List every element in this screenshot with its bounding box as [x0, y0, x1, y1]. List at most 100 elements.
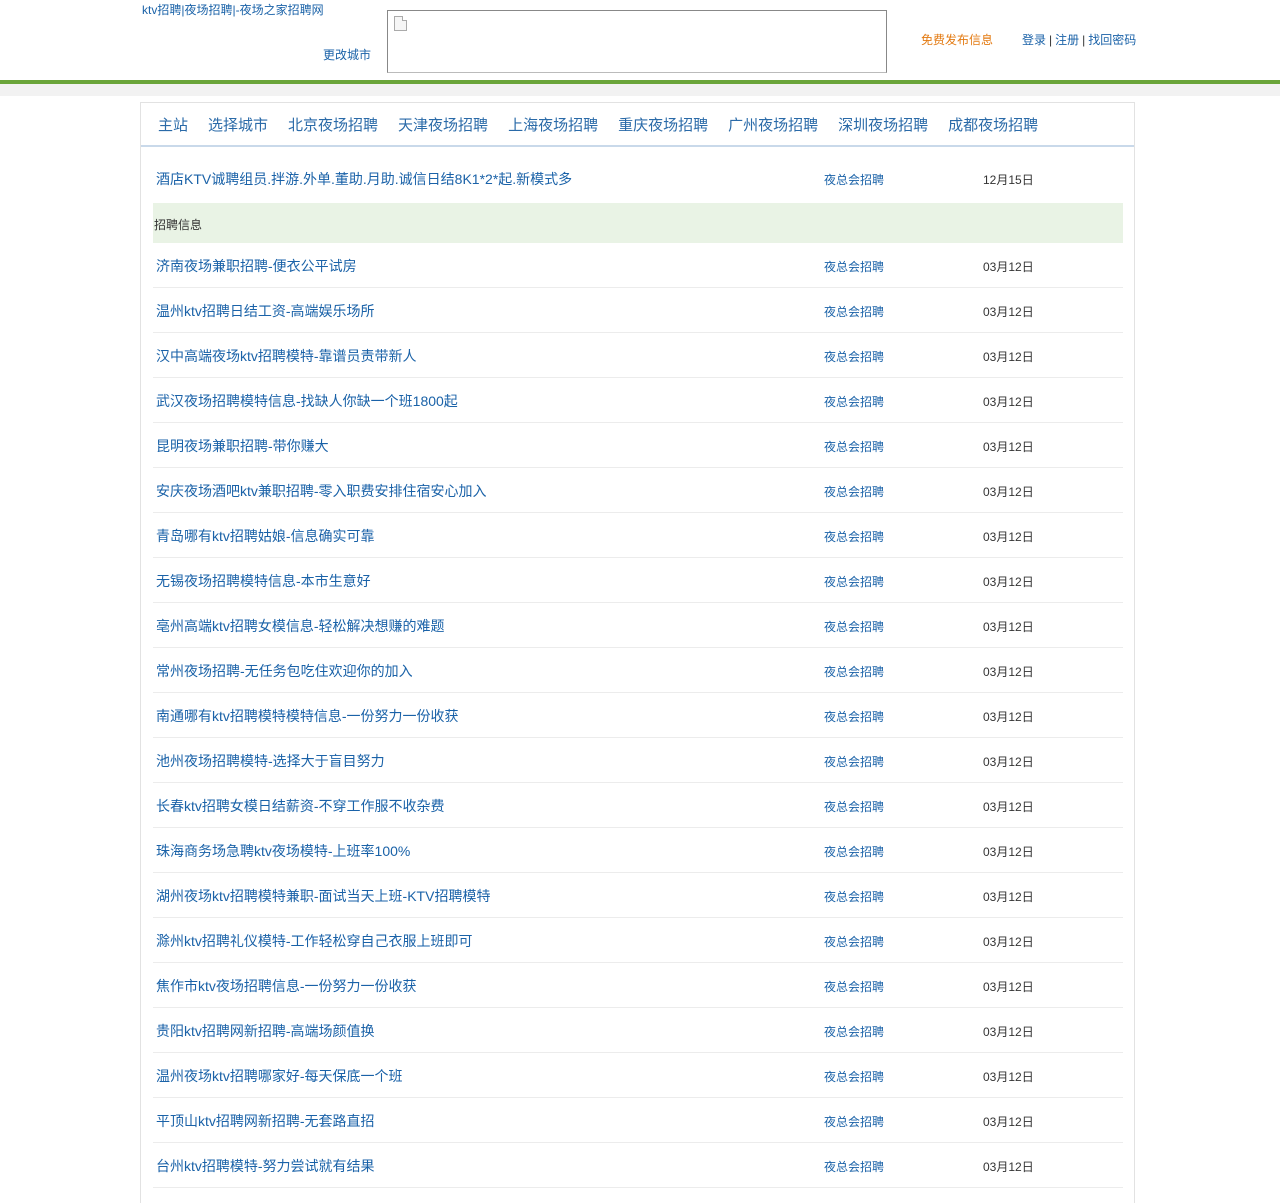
list-item: 汉中高端夜场ktv招聘模特-靠谱员责带新人 夜总会招聘 03月12日 [153, 333, 1123, 378]
post-category-link[interactable]: 夜总会招聘 [824, 348, 884, 365]
banner-image[interactable] [387, 10, 887, 73]
post-list: 酒店KTV诚聘组员.拌游.外单.董助.月助.诚信日结8K1*2*起.新模式多 夜… [153, 147, 1123, 1188]
post-category-link[interactable]: 夜总会招聘 [824, 528, 884, 545]
post-category-link[interactable]: 夜总会招聘 [824, 1158, 884, 1175]
broken-image-icon [394, 16, 407, 31]
post-title-link[interactable]: 济南夜场兼职招聘-便衣公平试房 [156, 256, 357, 276]
post-title-link[interactable]: 安庆夜场酒吧ktv兼职招聘-零入职费安排住宿安心加入 [156, 481, 487, 501]
list-item: 珠海商务场急聘ktv夜场模特-上班率100% 夜总会招聘 03月12日 [153, 828, 1123, 873]
post-title-link[interactable]: 南通哪有ktv招聘模特模特信息-一份努力一份收获 [156, 706, 459, 726]
post-category-link[interactable]: 夜总会招聘 [824, 483, 884, 500]
post-title-link[interactable]: 无锡夜场招聘模特信息-本市生意好 [156, 571, 371, 591]
post-category-link[interactable]: 夜总会招聘 [824, 258, 884, 275]
list-item: 无锡夜场招聘模特信息-本市生意好 夜总会招聘 03月12日 [153, 558, 1123, 603]
post-date: 03月12日 [983, 1160, 1034, 1174]
post-date: 03月12日 [983, 755, 1034, 769]
post-date: 03月12日 [983, 665, 1034, 679]
site-title-link[interactable]: ktv招聘|夜场招聘|-夜场之家招聘网 [142, 1, 324, 18]
post-category-link[interactable]: 夜总会招聘 [824, 933, 884, 950]
post-category-link[interactable]: 夜总会招聘 [824, 888, 884, 905]
post-category-link[interactable]: 夜总会招聘 [824, 393, 884, 410]
post-date: 03月12日 [983, 305, 1034, 319]
post-title-link[interactable]: 青岛哪有ktv招聘姑娘-信息确实可靠 [156, 526, 375, 546]
post-category-link[interactable]: 夜总会招聘 [824, 1113, 884, 1130]
post-title-link[interactable]: 温州夜场ktv招聘哪家好-每天保底一个班 [156, 1066, 403, 1086]
header-divider [0, 84, 1280, 96]
post-title-link[interactable]: 焦作市ktv夜场招聘信息-一份努力一份收获 [156, 976, 417, 996]
post-date: 03月12日 [983, 440, 1034, 454]
post-category-link[interactable]: 夜总会招聘 [824, 618, 884, 635]
change-city-link[interactable]: 更改城市 [323, 46, 371, 63]
list-item: 南通哪有ktv招聘模特模特信息-一份努力一份收获 夜总会招聘 03月12日 [153, 693, 1123, 738]
post-title-link[interactable]: 池州夜场招聘模特-选择大于盲目努力 [156, 751, 385, 771]
section-header: 招聘信息 [153, 203, 1123, 243]
post-title-link[interactable]: 滁州ktv招聘礼仪模特-工作轻松穿自己衣服上班即可 [156, 931, 473, 951]
post-date: 03月12日 [983, 1025, 1034, 1039]
post-category-link[interactable]: 夜总会招聘 [824, 843, 884, 860]
nav-item-shanghai[interactable]: 上海夜场招聘 [508, 114, 598, 135]
post-category-link[interactable]: 夜总会招聘 [824, 1023, 884, 1040]
list-item: 济南夜场兼职招聘-便衣公平试房 夜总会招聘 03月12日 [153, 243, 1123, 288]
nav-item-main-site[interactable]: 主站 [158, 114, 188, 135]
pinned-post-row: 酒店KTV诚聘组员.拌游.外单.董助.月助.诚信日结8K1*2*起.新模式多 夜… [153, 147, 1123, 201]
section-title: 招聘信息 [154, 218, 203, 232]
post-category-link[interactable]: 夜总会招聘 [824, 438, 884, 455]
post-date: 03月12日 [983, 1115, 1034, 1129]
list-item: 滁州ktv招聘礼仪模特-工作轻松穿自己衣服上班即可 夜总会招聘 03月12日 [153, 918, 1123, 963]
login-link[interactable]: 登录 [1022, 33, 1046, 47]
post-date: 12月15日 [983, 173, 1034, 187]
list-item: 平顶山ktv招聘网新招聘-无套路直招 夜总会招聘 03月12日 [153, 1098, 1123, 1143]
nav-item-beijing[interactable]: 北京夜场招聘 [288, 114, 378, 135]
post-date: 03月12日 [983, 800, 1034, 814]
list-item: 温州夜场ktv招聘哪家好-每天保底一个班 夜总会招聘 03月12日 [153, 1053, 1123, 1098]
list-item: 温州ktv招聘日结工资-高端娱乐场所 夜总会招聘 03月12日 [153, 288, 1123, 333]
post-date: 03月12日 [983, 1070, 1034, 1084]
post-title-link[interactable]: 贵阳ktv招聘网新招聘-高端场颜值换 [156, 1021, 375, 1041]
nav-item-select-city[interactable]: 选择城市 [208, 114, 268, 135]
post-title-link[interactable]: 台州ktv招聘模特-努力尝试就有结果 [156, 1156, 375, 1176]
forgot-password-link[interactable]: 找回密码 [1088, 33, 1136, 47]
nav-item-guangzhou[interactable]: 广州夜场招聘 [728, 114, 818, 135]
list-item: 湖州夜场ktv招聘模特兼职-面试当天上班-KTV招聘模特 夜总会招聘 03月12日 [153, 873, 1123, 918]
post-category-link[interactable]: 夜总会招聘 [824, 171, 884, 188]
register-link[interactable]: 注册 [1055, 33, 1079, 47]
post-date: 03月12日 [983, 845, 1034, 859]
post-title-link[interactable]: 武汉夜场招聘模特信息-找缺人你缺一个班1800起 [156, 391, 458, 411]
post-title-link[interactable]: 温州ktv招聘日结工资-高端娱乐场所 [156, 301, 375, 321]
post-category-link[interactable]: 夜总会招聘 [824, 708, 884, 725]
post-title-link[interactable]: 汉中高端夜场ktv招聘模特-靠谱员责带新人 [156, 346, 417, 366]
nav-item-chongqing[interactable]: 重庆夜场招聘 [618, 114, 708, 135]
site-header: ktv招聘|夜场招聘|-夜场之家招聘网 更改城市 免费发布信息 登录 | 注册 | 找回… [0, 0, 1280, 84]
post-title-link[interactable]: 平顶山ktv招聘网新招聘-无套路直招 [156, 1111, 375, 1131]
post-title-link[interactable]: 亳州高端ktv招聘女模信息-轻松解决想赚的难题 [156, 616, 445, 636]
post-category-link[interactable]: 夜总会招聘 [824, 663, 884, 680]
post-title-link[interactable]: 常州夜场招聘-无任务包吃住欢迎你的加入 [156, 661, 413, 681]
post-title-link[interactable]: 昆明夜场兼职招聘-带你赚大 [156, 436, 329, 456]
publish-info-link[interactable]: 免费发布信息 [921, 31, 993, 48]
post-title-link[interactable]: 湖州夜场ktv招聘模特兼职-面试当天上班-KTV招聘模特 [156, 886, 490, 906]
list-item: 长春ktv招聘女模日结薪资-不穿工作服不收杂费 夜总会招聘 03月12日 [153, 783, 1123, 828]
list-item: 武汉夜场招聘模特信息-找缺人你缺一个班1800起 夜总会招聘 03月12日 [153, 378, 1123, 423]
list-item: 常州夜场招聘-无任务包吃住欢迎你的加入 夜总会招聘 03月12日 [153, 648, 1123, 693]
list-item: 昆明夜场兼职招聘-带你赚大 夜总会招聘 03月12日 [153, 423, 1123, 468]
post-date: 03月12日 [983, 260, 1034, 274]
post-category-link[interactable]: 夜总会招聘 [824, 798, 884, 815]
post-date: 03月12日 [983, 485, 1034, 499]
nav-item-chengdu[interactable]: 成都夜场招聘 [948, 114, 1038, 135]
post-category-link[interactable]: 夜总会招聘 [824, 978, 884, 995]
post-date: 03月12日 [983, 350, 1034, 364]
post-category-link[interactable]: 夜总会招聘 [824, 1068, 884, 1085]
list-item: 池州夜场招聘模特-选择大于盲目努力 夜总会招聘 03月12日 [153, 738, 1123, 783]
post-category-link[interactable]: 夜总会招聘 [824, 753, 884, 770]
post-title-link[interactable]: 长春ktv招聘女模日结薪资-不穿工作服不收杂费 [156, 796, 445, 816]
list-item: 台州ktv招聘模特-努力尝试就有结果 夜总会招聘 03月12日 [153, 1143, 1123, 1188]
nav-item-shenzhen[interactable]: 深圳夜场招聘 [838, 114, 928, 135]
post-category-link[interactable]: 夜总会招聘 [824, 573, 884, 590]
city-nav: 主站 选择城市 北京夜场招聘 天津夜场招聘 上海夜场招聘 重庆夜场招聘 广州夜场… [141, 103, 1134, 147]
post-category-link[interactable]: 夜总会招聘 [824, 303, 884, 320]
post-title-link[interactable]: 酒店KTV诚聘组员.拌游.外单.董助.月助.诚信日结8K1*2*起.新模式多 [156, 169, 572, 189]
post-title-link[interactable]: 珠海商务场急聘ktv夜场模特-上班率100% [156, 841, 410, 861]
list-item: 贵阳ktv招聘网新招聘-高端场颜值换 夜总会招聘 03月12日 [153, 1008, 1123, 1053]
nav-item-tianjin[interactable]: 天津夜场招聘 [398, 114, 488, 135]
user-links: 登录 | 注册 | 找回密码 [1022, 31, 1136, 48]
